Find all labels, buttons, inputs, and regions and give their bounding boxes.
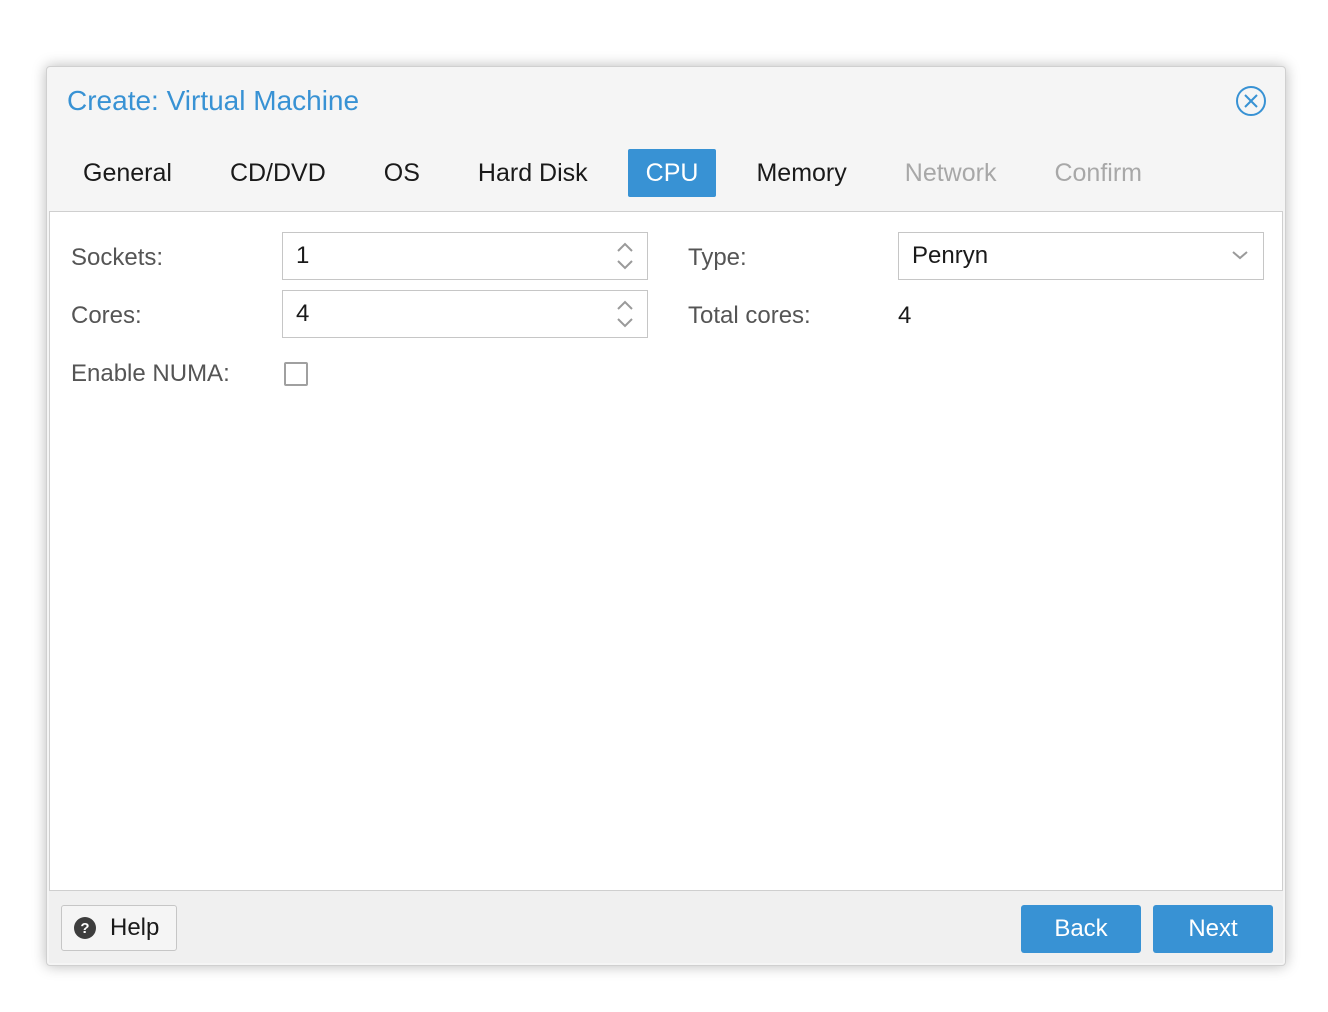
total-cores-label: Total cores:: [688, 302, 811, 329]
tab-cpu[interactable]: CPU: [627, 149, 717, 197]
svg-text:?: ?: [80, 920, 89, 937]
cores-label: Cores:: [71, 302, 142, 329]
spinner-arrows-icon[interactable]: [615, 298, 635, 330]
tab-general[interactable]: General: [65, 149, 190, 197]
spinner-arrows-icon[interactable]: [615, 240, 635, 272]
cores-field[interactable]: [282, 290, 648, 338]
tab-cd-dvd[interactable]: CD/DVD: [212, 149, 344, 197]
wizard-tabs: General CD/DVD OS Hard Disk CPU Memory N…: [65, 149, 1182, 197]
tab-memory[interactable]: Memory: [738, 149, 864, 197]
tab-hard-disk[interactable]: Hard Disk: [460, 149, 606, 197]
next-button[interactable]: Next: [1153, 905, 1273, 953]
type-label: Type:: [688, 244, 747, 271]
total-cores-value: 4: [898, 302, 912, 329]
type-selected-value: Penryn: [912, 242, 989, 269]
chevron-down-icon[interactable]: [1231, 248, 1249, 262]
tab-os[interactable]: OS: [366, 149, 438, 197]
cores-input[interactable]: [296, 291, 596, 337]
type-select[interactable]: Penryn: [898, 232, 1264, 280]
help-button[interactable]: ? Help: [61, 905, 177, 951]
help-label: Help: [110, 914, 160, 941]
question-circle-icon: ?: [74, 917, 96, 939]
cpu-settings-panel: Sockets: Cores: Enable NUMA: Type: Penry…: [49, 211, 1283, 891]
create-vm-dialog: Create: Virtual Machine General CD/DVD O…: [46, 66, 1286, 966]
dialog-title: Create: Virtual Machine: [67, 85, 360, 116]
sockets-label: Sockets:: [71, 244, 164, 271]
sockets-field[interactable]: [282, 232, 648, 280]
dialog-footer: ? Help Back Next: [49, 891, 1283, 963]
sockets-input[interactable]: [296, 233, 596, 279]
enable-numa-checkbox[interactable]: [284, 362, 308, 386]
tab-confirm: Confirm: [1054, 159, 1142, 187]
close-circle-icon: [1236, 86, 1266, 116]
back-button[interactable]: Back: [1021, 905, 1141, 953]
enable-numa-label: Enable NUMA:: [71, 360, 230, 387]
tab-network: Network: [904, 159, 997, 187]
close-button[interactable]: [1235, 85, 1267, 117]
